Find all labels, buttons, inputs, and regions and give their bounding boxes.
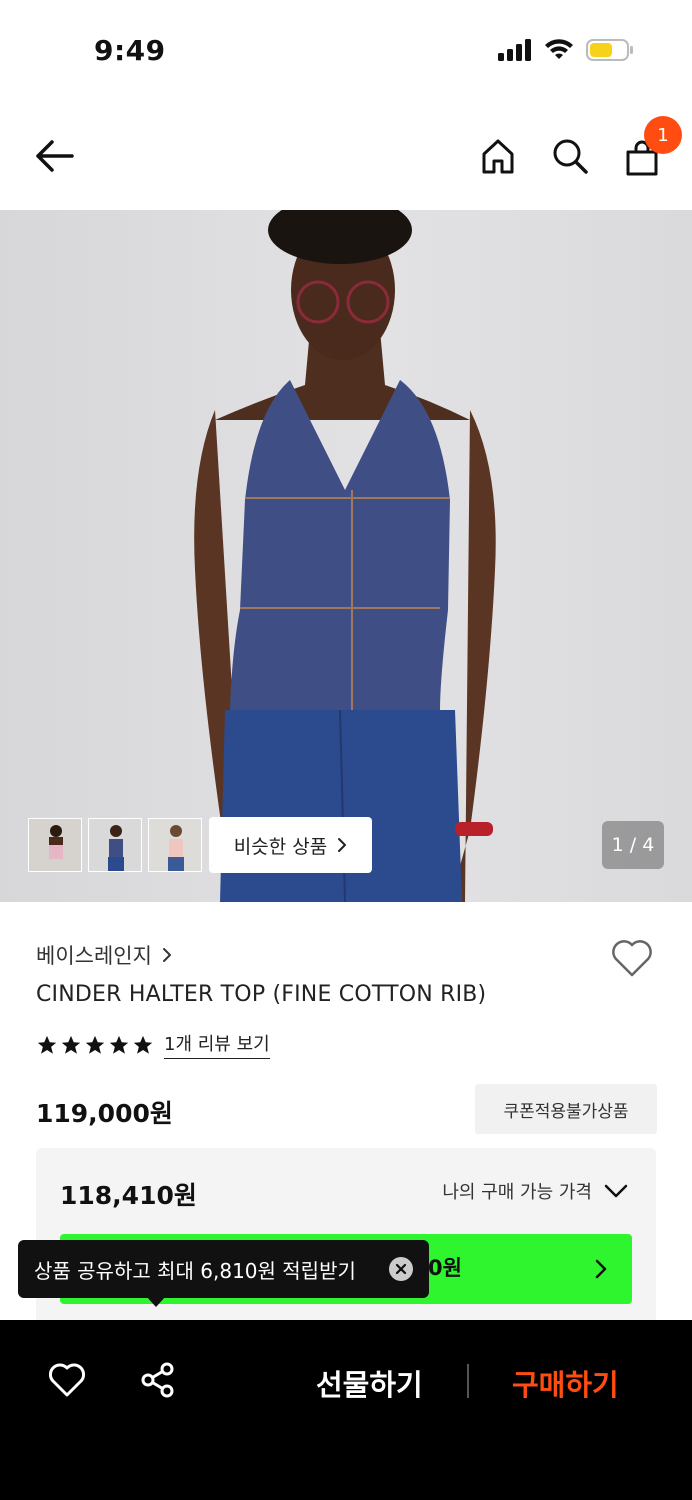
nav-bar: 1: [0, 100, 692, 210]
star-icon: [85, 1035, 105, 1054]
coupon-unavailable-badge: 쿠폰적용불가상품: [475, 1084, 657, 1134]
gift-button[interactable]: 선물하기: [316, 1362, 423, 1404]
image-page-indicator: 1 / 4: [602, 821, 664, 869]
buy-button[interactable]: 구매하기: [512, 1362, 619, 1404]
share-button[interactable]: [140, 1362, 176, 1402]
review-link[interactable]: 1개 리뷰 보기: [164, 1030, 270, 1059]
chevron-right-icon: [338, 838, 347, 852]
chevron-right-icon: [162, 948, 171, 962]
share-reward-tooltip: 상품 공유하고 최대 6,810원 적립받기: [18, 1240, 429, 1298]
product-photo: [194, 210, 496, 902]
my-price-label: 나의 구매 가능 가격: [442, 1182, 592, 1203]
nav-actions: 1: [478, 116, 682, 180]
tooltip-tail: [146, 1296, 166, 1307]
my-price-toggle[interactable]: 나의 구매 가능 가격: [442, 1178, 628, 1204]
star-icon: [133, 1035, 153, 1054]
star-icon: [109, 1035, 129, 1054]
similar-products-label: 비슷한 상품: [233, 835, 328, 858]
star-icon: [61, 1035, 81, 1054]
battery-icon: [586, 39, 633, 61]
similar-products-button[interactable]: 비슷한 상품: [209, 817, 372, 873]
divider: [467, 1364, 469, 1398]
home-button[interactable]: [478, 136, 518, 180]
signal-icon: [498, 39, 531, 61]
thumbnail-2-image: [89, 819, 141, 871]
rating-stars: [36, 1034, 154, 1056]
product-name: CINDER HALTER TOP (FINE COTTON RIB): [36, 982, 487, 1007]
brand-link[interactable]: 베이스레인지: [36, 940, 172, 970]
search-icon: [553, 139, 588, 174]
bottom-action-bar: 선물하기 구매하기: [0, 1320, 692, 1500]
brand-name: 베이스레인지: [36, 944, 152, 968]
share-icon: [141, 1362, 174, 1398]
tooltip-text: 상품 공유하고 최대 6,810원 적립받기: [34, 1258, 356, 1283]
thumbnail-1[interactable]: [28, 818, 82, 872]
close-tooltip-button[interactable]: [389, 1257, 413, 1281]
review-row: 1개 리뷰 보기: [36, 1030, 270, 1059]
back-button[interactable]: [32, 136, 80, 176]
thumbnail-1-image: [29, 819, 81, 871]
bottom-wishlist-button[interactable]: [48, 1362, 86, 1402]
status-bar: 9:49: [0, 0, 692, 100]
close-icon: [395, 1263, 407, 1275]
wifi-icon: [545, 39, 573, 59]
thumbnail-3[interactable]: [148, 818, 202, 872]
cart-count-badge: 1: [644, 116, 682, 154]
star-icon: [37, 1035, 57, 1054]
chevron-down-icon: [604, 1184, 628, 1198]
wishlist-button[interactable]: [610, 938, 654, 982]
home-icon: [482, 139, 514, 174]
heart-icon: [612, 940, 652, 977]
search-button[interactable]: [550, 136, 590, 180]
status-time: 9:49: [94, 34, 166, 67]
product-price: 119,000원: [36, 1099, 173, 1128]
product-image-gallery[interactable]: 비슷한 상품 1 / 4: [0, 210, 692, 902]
my-price-panel: 118,410원 나의 구매 가능 가격 0원: [36, 1148, 656, 1328]
chevron-right-icon: [595, 1259, 607, 1279]
arrow-left-icon: [36, 140, 74, 172]
cart-button[interactable]: 1: [622, 116, 682, 178]
thumbnail-3-image: [149, 819, 201, 871]
heart-icon: [48, 1363, 86, 1397]
benefit-amount: 0원: [428, 1256, 462, 1280]
thumbnail-strip: [28, 818, 202, 872]
my-price-value: 118,410원: [60, 1181, 197, 1210]
status-icons: [498, 38, 634, 62]
thumbnail-2[interactable]: [88, 818, 142, 872]
